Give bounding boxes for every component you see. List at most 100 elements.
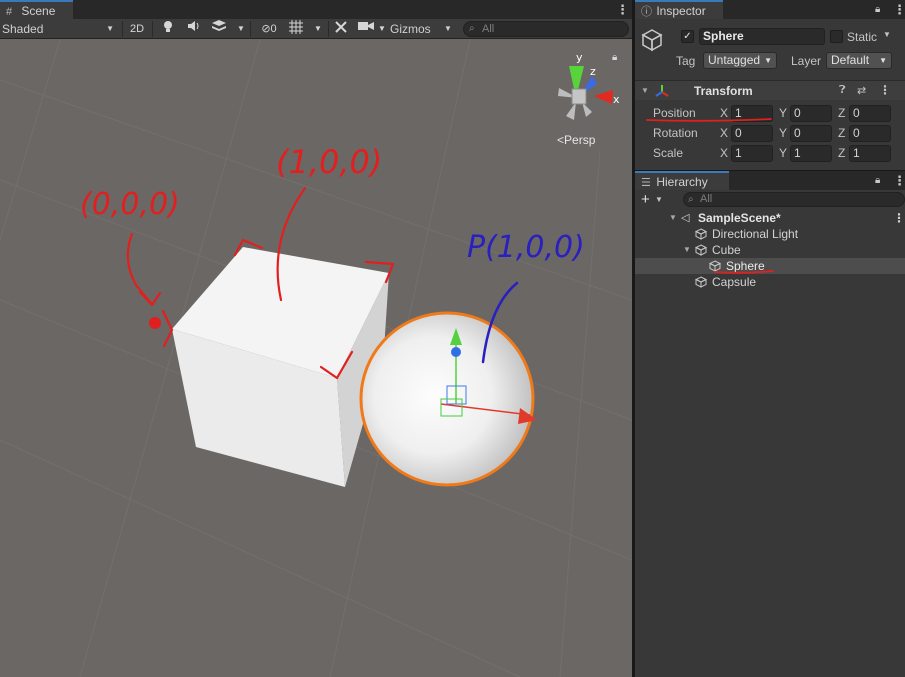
gameobject-icon: [695, 244, 707, 256]
hidden-count: 0: [270, 23, 277, 35]
unity-scene-icon: ◁: [681, 212, 690, 224]
tab-scene-label: Scene: [21, 4, 56, 18]
camera-icon[interactable]: [356, 20, 376, 38]
camera-dropdown-icon[interactable]: ▼: [375, 20, 389, 38]
gizmo-z-label: z: [590, 65, 596, 78]
toolbar-divider: [328, 21, 329, 37]
origin-marker: [149, 317, 161, 329]
scale-z-field[interactable]: 1: [849, 145, 891, 162]
scene-panel: # Scene ⋮ Shaded ▼ 2D ▼ ⊘0 ▼ ▼ Gizmos ▼ …: [0, 0, 632, 677]
projection-toggle[interactable]: <Persp: [557, 133, 595, 147]
chevron-down-icon: ▼: [879, 56, 887, 65]
transform-header[interactable]: ▼ Transform ❓︎ ⇄ ⋮: [635, 80, 905, 100]
search-icon: ⌕: [469, 23, 475, 34]
hierarchy-item-directional-light[interactable]: Directional Light: [635, 226, 905, 242]
toolbar-divider: [250, 21, 251, 37]
transform-icon: [655, 85, 669, 97]
inspector-menu-icon[interactable]: ⋮: [893, 0, 905, 19]
hidden-objects-toggle[interactable]: ⊘0: [254, 20, 284, 38]
preset-icon[interactable]: ⇄: [857, 84, 866, 97]
audio-toggle-icon[interactable]: [185, 20, 203, 38]
tab-scene[interactable]: # Scene: [0, 0, 73, 19]
toolbar-divider: [152, 21, 153, 37]
eye-slash-icon: ⊘: [261, 23, 271, 35]
hierarchy-search-input[interactable]: ⌕ All: [683, 192, 905, 207]
tag-dropdown[interactable]: Untagged ▼: [703, 52, 777, 69]
scene-search-placeholder: All: [482, 23, 495, 35]
lock-icon[interactable]: 🔒︎: [612, 52, 617, 63]
scene-root-row[interactable]: ▼ ◁ SampleScene* ⋮: [635, 210, 905, 226]
gizmos-label: Gizmos: [390, 22, 431, 36]
scene-viewport[interactable]: (0,0,0) (1,0,0) P(1,0,0) y z x: [0, 40, 632, 677]
static-dropdown-icon[interactable]: ▼: [883, 30, 891, 39]
orientation-gizmo[interactable]: [558, 66, 613, 120]
rotation-row: Rotation X 0 Y 0 Z 0: [635, 124, 905, 143]
axis-y-label: Y: [779, 126, 788, 140]
hierarchy-item-sphere[interactable]: Sphere: [635, 258, 905, 274]
view-2d-toggle[interactable]: 2D: [127, 20, 147, 38]
rotation-z-field[interactable]: 0: [849, 125, 891, 142]
static-label: Static: [847, 30, 878, 44]
scene-menu-icon[interactable]: ⋮: [616, 0, 629, 19]
active-checkbox[interactable]: ✓: [681, 30, 694, 43]
chevron-down-icon: ▼: [444, 24, 452, 33]
expand-triangle-icon[interactable]: ▼: [669, 210, 677, 226]
hierarchy-item-capsule[interactable]: Capsule: [635, 274, 905, 290]
grid-toggle-icon[interactable]: [287, 20, 305, 38]
component-menu-icon[interactable]: ⋮: [879, 83, 891, 97]
grid-dropdown-icon[interactable]: ▼: [311, 20, 325, 38]
hierarchy-item-cube[interactable]: ▼ Cube: [635, 242, 905, 258]
gameobject-icon: [695, 228, 707, 240]
object-name-field[interactable]: Sphere: [699, 28, 825, 45]
gameobject-icon: [695, 276, 707, 288]
scene-toolbar: Shaded ▼ 2D ▼ ⊘0 ▼ ▼ Gizmos ▼ ⌕ All: [0, 19, 632, 39]
object-header: ✓ Sphere Static ▼ Tag Untagged ▼ Layer D…: [635, 20, 905, 75]
chevron-left-icon: <: [557, 133, 565, 147]
hierarchy-menu-icon[interactable]: ⋮: [893, 171, 905, 190]
shading-mode-dropdown[interactable]: Shaded ▼: [2, 19, 116, 39]
position-row: Position X 1 Y 0 Z 0: [635, 104, 905, 123]
effects-toggle-icon[interactable]: [210, 20, 228, 38]
expand-triangle-icon[interactable]: ▼: [683, 242, 691, 258]
scale-label: Scale: [653, 146, 684, 160]
static-checkbox[interactable]: [830, 30, 843, 43]
position-z-field[interactable]: 0: [849, 105, 891, 122]
hierarchy-item-label: Directional Light: [712, 227, 799, 241]
scale-x-field[interactable]: 1: [731, 145, 773, 162]
gizmos-dropdown[interactable]: Gizmos ▼: [390, 19, 456, 39]
add-icon[interactable]: +: [641, 191, 650, 208]
lock-icon[interactable]: 🔒︎: [875, 171, 880, 190]
scale-y-field[interactable]: 1: [790, 145, 832, 162]
rotation-x-field[interactable]: 0: [731, 125, 773, 142]
tools-icon[interactable]: [332, 20, 350, 38]
move-z-handle: [451, 347, 461, 357]
transform-title: Transform: [694, 84, 753, 98]
axis-x-label: X: [720, 146, 729, 160]
cube-object[interactable]: [172, 247, 389, 487]
tab-inspector-label: Inspector: [656, 4, 706, 18]
tab-inspector[interactable]: ⓘ Inspector: [635, 0, 723, 19]
scene-menu-icon[interactable]: ⋮: [893, 210, 905, 226]
hierarchy-panel: ☰ Hierarchy 🔒︎ ⋮ + ▼ ⌕ All ▼ ◁ SampleSce…: [635, 170, 905, 677]
axis-z-label: Z: [838, 146, 846, 160]
scene-search-input[interactable]: ⌕ All: [463, 21, 629, 37]
layer-label: Layer: [791, 54, 822, 68]
rotation-y-field[interactable]: 0: [790, 125, 832, 142]
shading-mode-label: Shaded: [2, 22, 44, 36]
cube-icon: [641, 29, 663, 52]
axis-y-label: Y: [779, 146, 788, 160]
scale-row: Scale X 1 Y 1 Z 1: [635, 144, 905, 163]
collapse-triangle-icon[interactable]: ▼: [641, 86, 649, 95]
layer-dropdown[interactable]: Default ▼: [826, 52, 892, 69]
help-icon[interactable]: ❓︎: [839, 84, 846, 97]
scene-name: SampleScene*: [698, 211, 781, 225]
position-y-field[interactable]: 0: [790, 105, 832, 122]
add-dropdown-icon[interactable]: ▼: [655, 195, 663, 204]
lighting-toggle-icon[interactable]: [160, 20, 176, 38]
chevron-down-icon: ▼: [106, 24, 114, 33]
effects-dropdown-icon[interactable]: ▼: [234, 20, 248, 38]
tab-hierarchy[interactable]: ☰ Hierarchy: [635, 171, 729, 190]
sphere-annotation: P(1,0,0): [467, 230, 585, 265]
axis-x-label: X: [720, 126, 729, 140]
lock-icon[interactable]: 🔒︎: [875, 0, 880, 19]
